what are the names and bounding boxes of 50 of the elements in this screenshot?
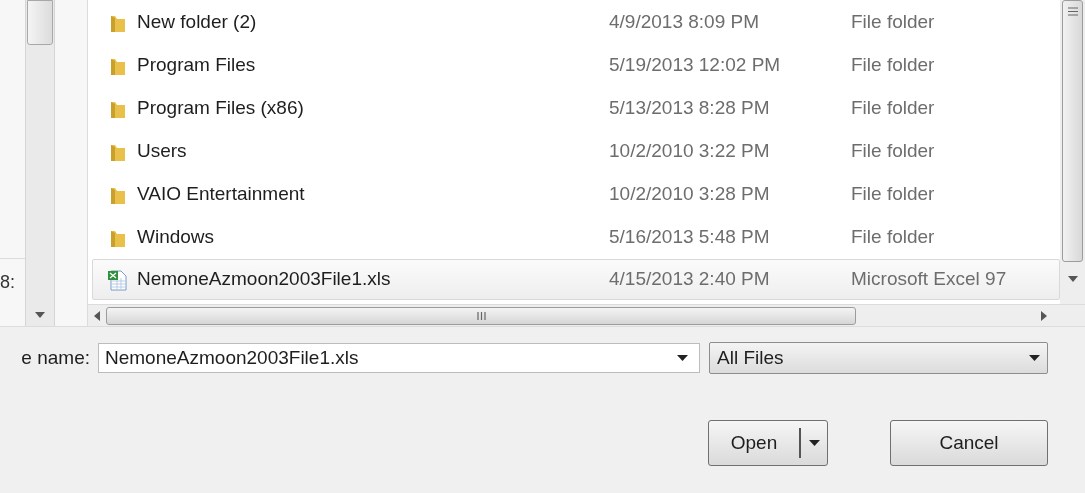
- file-type: Microsoft Excel 97: [851, 267, 1007, 292]
- date-modified: 5/19/2013 12:02 PM: [609, 53, 782, 78]
- date-modified: 10/2/2010 3:22 PM: [609, 139, 771, 164]
- cancel-button[interactable]: Cancel: [890, 420, 1048, 466]
- file-name: Windows: [137, 225, 216, 250]
- vertical-scrollbar[interactable]: [25, 0, 55, 326]
- file-name: NemoneAzmoon2003File1.xls: [137, 267, 392, 292]
- dropdown-caret-icon: [1029, 355, 1040, 361]
- file-row[interactable]: Program Files 5/19/2013 12:02 PM File folder: [92, 44, 1060, 87]
- scroll-thumb[interactable]: [27, 0, 53, 45]
- file-type: File folder: [851, 139, 935, 164]
- cut-off-text: 8:: [0, 271, 15, 294]
- file-type: File folder: [851, 96, 935, 121]
- dropdown-caret-icon[interactable]: [808, 440, 820, 446]
- file-type: File folder: [851, 53, 935, 78]
- file-row[interactable]: NemoneAzmoon2003File1.xls 4/15/2013 2:40 PM Microsoft Excel 97: [92, 259, 1060, 300]
- file-row[interactable]: New folder (2) 4/9/2013 8:09 PM File folder: [92, 1, 1060, 44]
- grip-icon: [1067, 7, 1078, 16]
- file-name: Program Files: [137, 53, 257, 78]
- scroll-right-icon[interactable]: [1041, 310, 1047, 321]
- date-modified: 4/9/2013 8:09 PM: [609, 10, 760, 35]
- date-modified: 10/2/2010 3:28 PM: [609, 182, 771, 207]
- scroll-left-icon[interactable]: [94, 310, 100, 321]
- dropdown-caret-icon[interactable]: [677, 355, 688, 361]
- scroll-thumb[interactable]: [106, 306, 856, 325]
- open-split-button[interactable]: Open: [708, 420, 828, 466]
- file-type: File folder: [851, 182, 935, 207]
- file-name: New folder (2): [137, 10, 258, 35]
- file-type: File folder: [851, 225, 935, 250]
- date-modified: 4/15/2013 2:40 PM: [609, 267, 771, 292]
- file-type-dropdown[interactable]: All Files: [709, 342, 1048, 374]
- file-row[interactable]: Users 10/2/2010 3:22 PM File folder: [92, 130, 1060, 173]
- date-modified: 5/16/2013 5:48 PM: [609, 225, 771, 250]
- horizontal-scrollbar[interactable]: [88, 304, 1085, 326]
- date-modified: 5/13/2013 8:28 PM: [609, 96, 771, 121]
- scroll-down-icon[interactable]: [1067, 276, 1078, 282]
- file-row[interactable]: Program Files (x86) 5/13/2013 8:28 PM File folder: [92, 87, 1060, 130]
- scroll-down-icon[interactable]: [35, 312, 45, 318]
- file-name-field[interactable]: NemoneAzmoon2003File1.xls: [98, 343, 700, 373]
- file-row[interactable]: VAIO Entertainment 10/2/2010 3:28 PM File folder: [92, 173, 1060, 216]
- vertical-scrollbar[interactable]: [1060, 0, 1085, 304]
- file-name-label: e name:: [20, 345, 91, 370]
- file-name: VAIO Entertainment: [137, 182, 306, 207]
- file-type: File folder: [851, 10, 935, 35]
- file-row[interactable]: Windows 5/16/2013 5:48 PM File folder: [92, 216, 1060, 259]
- file-name: Users: [137, 139, 188, 164]
- file-name: Program Files (x86): [137, 96, 305, 121]
- grip-icon: [476, 311, 486, 320]
- spreadsheet-file-icon: [107, 268, 129, 291]
- scroll-thumb[interactable]: [1062, 0, 1083, 262]
